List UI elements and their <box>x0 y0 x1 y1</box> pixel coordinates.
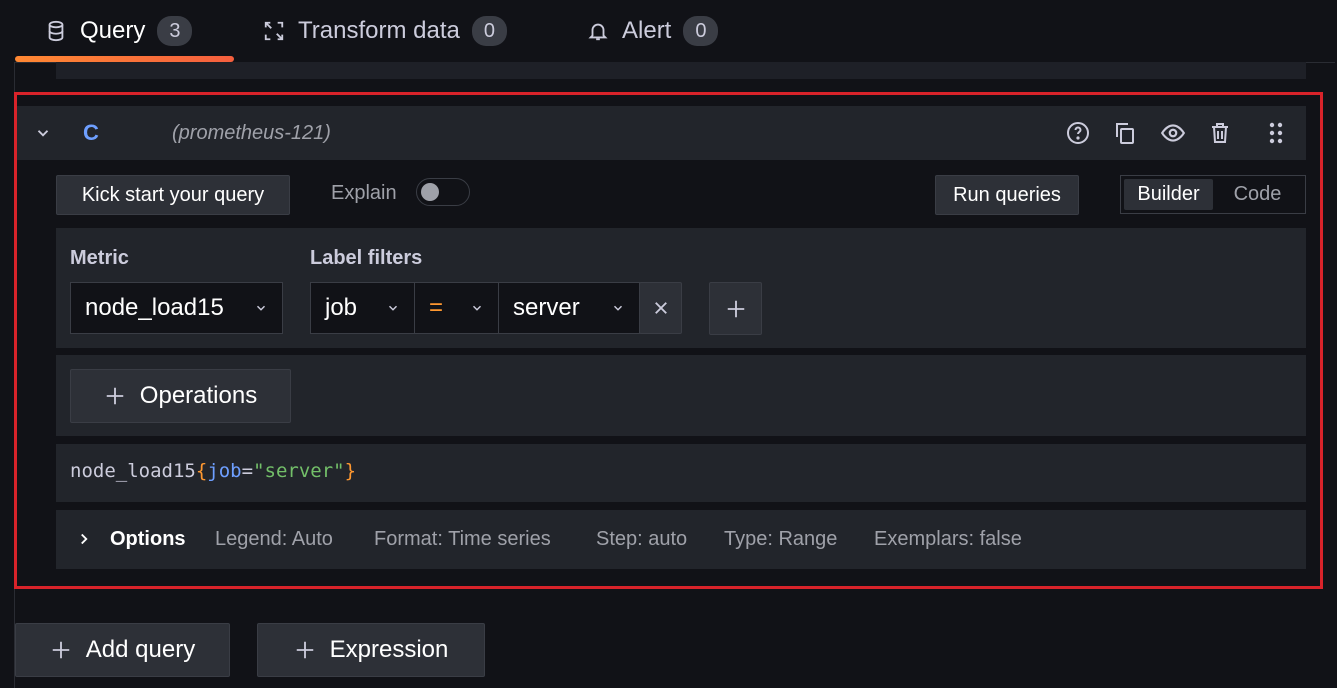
tab-query[interactable]: Query 3 <box>44 0 193 62</box>
database-icon <box>44 19 68 43</box>
add-query-button[interactable]: Add query <box>15 623 230 677</box>
transform-icon <box>262 19 286 43</box>
previous-query-row <box>56 62 1306 79</box>
expression-label: Expression <box>329 636 449 663</box>
tab-alert[interactable]: Alert 0 <box>586 0 719 62</box>
tab-transform-data[interactable]: Transform data 0 <box>262 0 507 62</box>
highlight-box <box>14 92 1323 589</box>
tab-alert-count: 0 <box>683 16 719 46</box>
expression-button[interactable]: Expression <box>257 623 485 677</box>
bell-icon <box>586 19 610 43</box>
tab-transform-count: 0 <box>471 16 507 46</box>
tab-bar: Query 3 Transform data 0 Alert 0 <box>0 0 1337 64</box>
plus-icon <box>52 641 70 659</box>
tab-alert-label: Alert <box>622 17 672 44</box>
plus-icon <box>296 641 313 659</box>
tab-query-count: 3 <box>157 16 193 46</box>
tab-query-label: Query <box>80 17 146 44</box>
tab-transform-label: Transform data <box>298 17 460 44</box>
add-query-label: Add query <box>85 636 196 663</box>
